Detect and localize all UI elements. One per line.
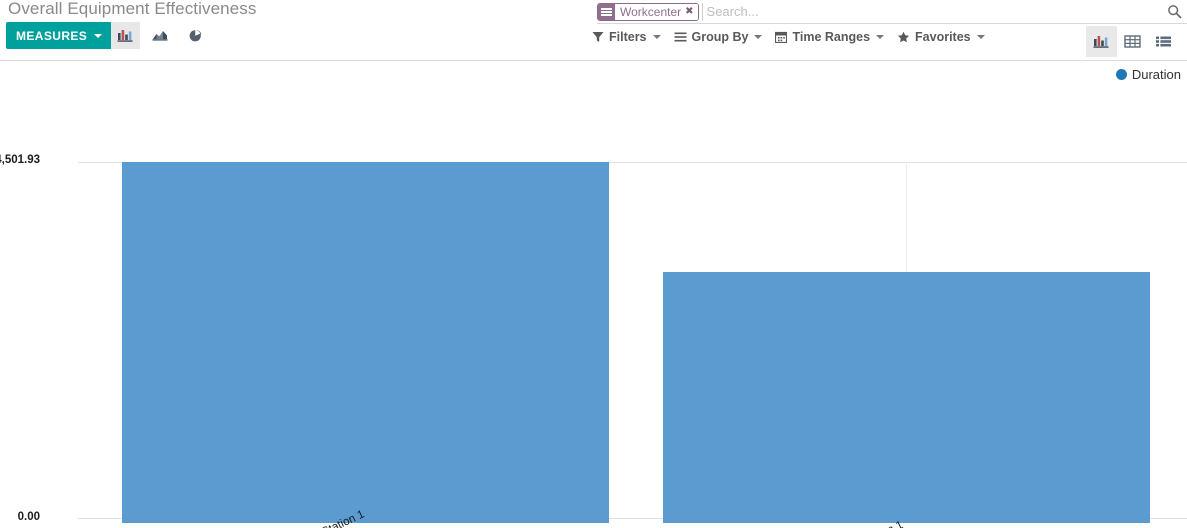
bar-assembly-station-1[interactable]: [122, 162, 609, 523]
bars-icon: [674, 32, 687, 42]
close-icon[interactable]: ✖: [685, 7, 693, 17]
time-ranges-menu-label: Time Ranges: [792, 30, 871, 44]
list-view-button[interactable]: [1148, 26, 1179, 57]
control-panel: MEASURES Filters Group By Time Ranges Fa…: [0, 22, 1187, 61]
star-icon: [898, 31, 910, 43]
table-icon: [1124, 35, 1141, 48]
pie-chart-button[interactable]: [181, 22, 210, 49]
search-facet-workcenter[interactable]: Workcenter ✖: [597, 3, 699, 21]
y-axis-tick-max: 4,501.93: [0, 154, 40, 166]
group-by-icon: [598, 4, 615, 20]
chart-type-switcher: [111, 22, 210, 49]
measures-button-label: MEASURES: [16, 28, 88, 43]
bar-chart-icon: [1093, 36, 1109, 48]
control-panel-menus: Filters Group By Time Ranges Favorites: [592, 30, 985, 44]
chevron-down-icon: [876, 35, 885, 39]
chevron-down-icon: [976, 35, 985, 39]
graph-renderer: Duration 4,501.93 0.00 Assembly Station …: [0, 61, 1187, 528]
chevron-down-icon: [652, 35, 661, 39]
favorites-menu-label: Favorites: [915, 30, 971, 44]
chevron-down-icon: [94, 33, 103, 38]
group-by-menu[interactable]: Group By: [674, 30, 763, 44]
search-icon[interactable]: [1161, 4, 1187, 19]
bar-chart-button[interactable]: [111, 22, 140, 49]
favorites-menu[interactable]: Favorites: [897, 30, 985, 44]
search-facet-label: Workcenter: [620, 5, 682, 19]
time-ranges-menu[interactable]: Time Ranges: [775, 30, 885, 44]
bar-drill-station-1[interactable]: [663, 272, 1150, 523]
search-facet-label-group: Workcenter ✖: [615, 4, 698, 20]
view-switcher: [1086, 26, 1179, 57]
chevron-down-icon: [754, 35, 763, 39]
y-axis-tick-min: 0.00: [17, 511, 40, 523]
search-input[interactable]: [701, 2, 1161, 21]
measures-button[interactable]: MEASURES: [6, 22, 113, 49]
search-view[interactable]: Workcenter ✖: [597, 0, 1187, 24]
group-by-menu-label: Group By: [691, 30, 749, 44]
graph-view-button[interactable]: [1086, 26, 1117, 57]
filters-menu[interactable]: Filters: [592, 30, 661, 44]
chart-plot-area: 4,501.93 0.00 Assembly Station 1 Drill S…: [0, 61, 1187, 528]
line-chart-button[interactable]: [146, 22, 175, 49]
filter-icon: [592, 32, 604, 42]
calendar-icon: [775, 31, 788, 43]
filters-menu-label: Filters: [609, 30, 647, 44]
pivot-view-button[interactable]: [1117, 26, 1148, 57]
page-title: Overall Equipment Effectiveness: [8, 0, 257, 18]
list-icon: [1156, 36, 1171, 47]
